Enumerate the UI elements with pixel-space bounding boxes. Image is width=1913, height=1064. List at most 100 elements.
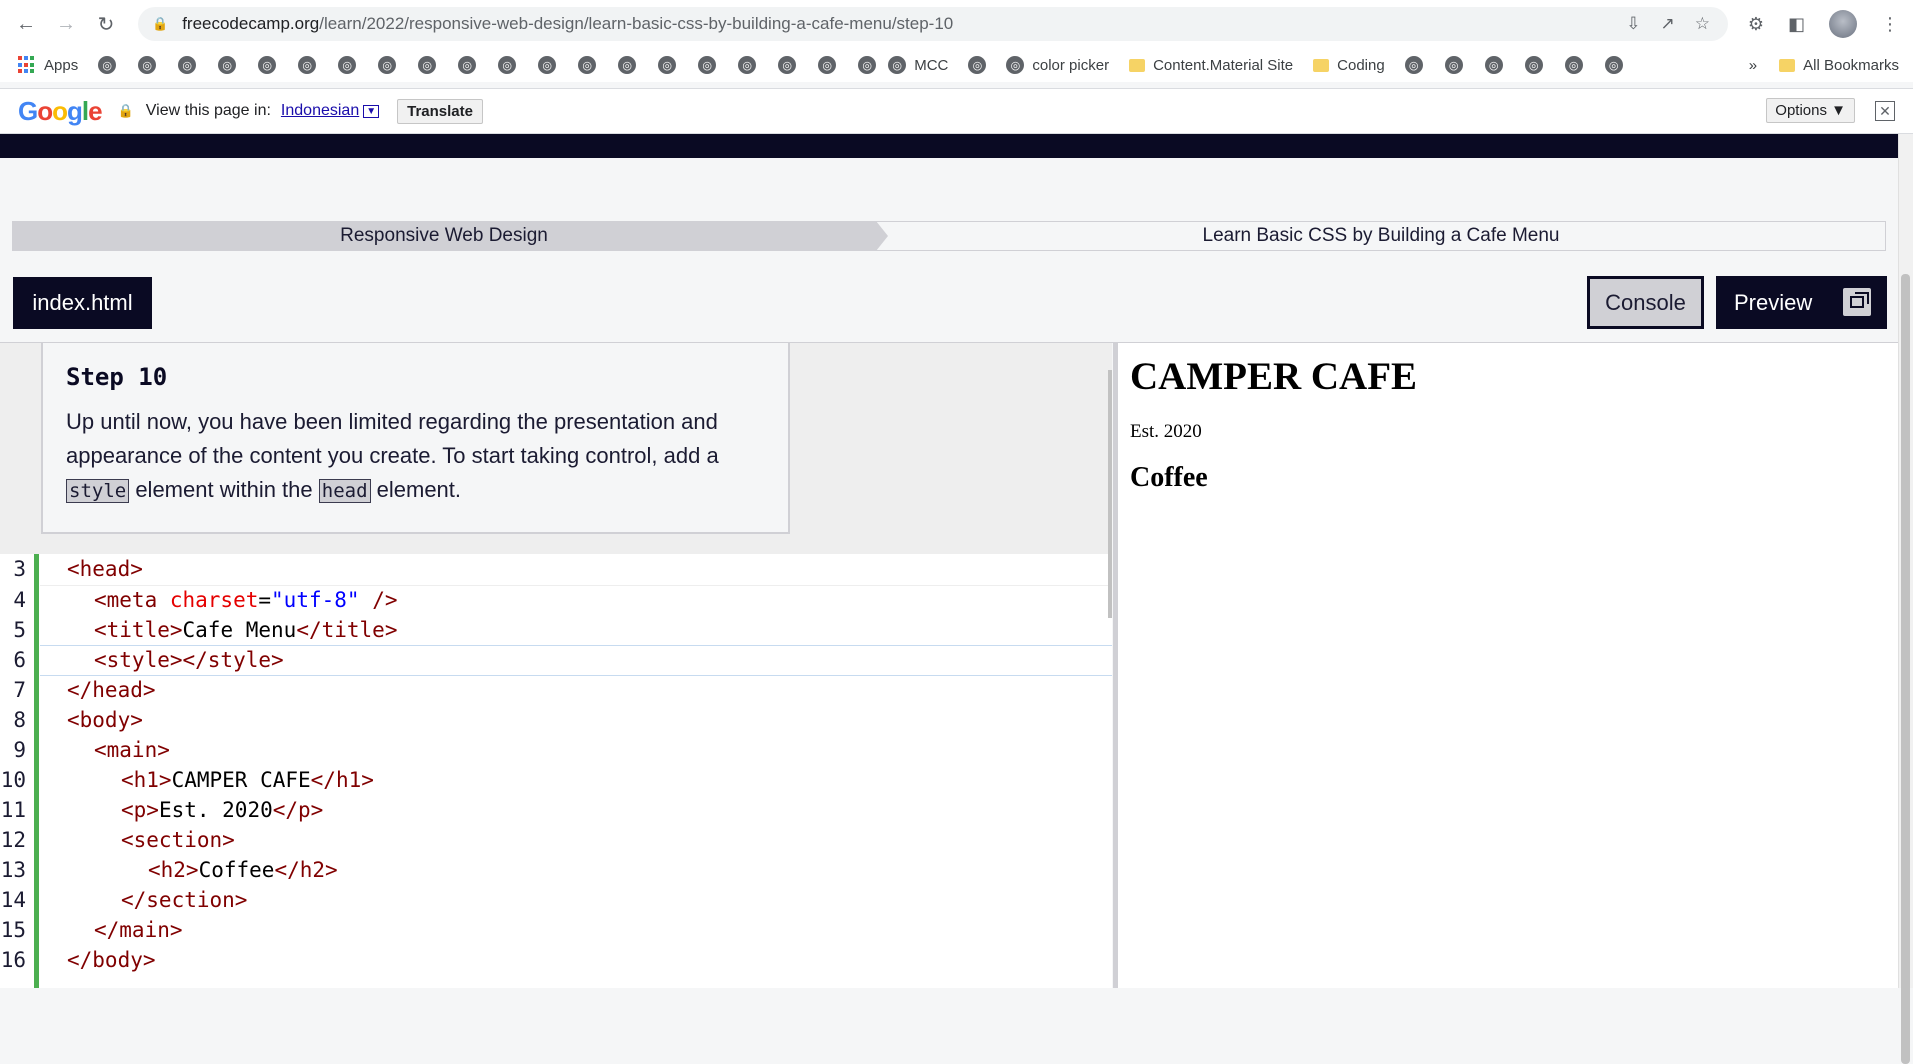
preview-label: Preview	[1734, 289, 1813, 315]
globe-icon[interactable]: ◎	[498, 56, 517, 74]
code-line[interactable]: 10 <h1>CAMPER CAFE</h1>	[0, 765, 1112, 795]
code-line[interactable]: 15 </main>	[0, 915, 1112, 945]
bookmark-globe-group-2: ◎ ◎ ◎ ◎ ◎ ◎	[1404, 56, 1623, 74]
code-line[interactable]: 16 </body>	[0, 945, 1112, 975]
code-line[interactable]: 12 <section>	[0, 825, 1112, 855]
url-text[interactable]: freecodecamp.org/learn/2022/responsive-w…	[182, 14, 953, 34]
install-app-icon[interactable]: ⇩	[1626, 14, 1640, 34]
line-number: 7	[13, 678, 26, 702]
reload-icon[interactable]: ↻	[92, 10, 120, 38]
globe-icon[interactable]: ◎	[258, 56, 277, 74]
globe-icon[interactable]: ◎	[1564, 56, 1583, 74]
all-bookmarks-button[interactable]: All Bookmarks	[1779, 57, 1899, 74]
globe-icon[interactable]: ◎	[98, 56, 117, 74]
bookmarks-bar: Apps ◎ ◎ ◎ ◎ ◎ ◎ ◎ ◎ ◎ ◎ ◎ ◎ ◎ ◎ ◎ ◎ ◎ ◎…	[0, 48, 1913, 82]
globe-icon[interactable]: ◎	[458, 56, 477, 74]
code-line[interactable]: 4 <meta charset="utf-8" />	[0, 585, 1112, 615]
globe-icon[interactable]: ◎	[218, 56, 237, 74]
bookmark-color-picker[interactable]: ◎ color picker	[1006, 56, 1109, 74]
code-editor[interactable]: 3 <head> 4 <meta charset="utf-8" /> 5 <t…	[0, 554, 1112, 988]
globe-icon[interactable]: ◎	[658, 56, 677, 74]
site-lock-icon[interactable]: 🔒	[152, 16, 168, 32]
globe-icon: ◎	[968, 56, 987, 74]
step-description: Up until now, you have been limited rega…	[66, 409, 719, 503]
line-number: 10	[0, 768, 26, 792]
code-line[interactable]: 8 <body>	[0, 705, 1112, 735]
globe-icon[interactable]: ◎	[298, 56, 317, 74]
code-line-active[interactable]: 6 <style></style>	[0, 645, 1112, 675]
globe-icon[interactable]: ◎	[578, 56, 597, 74]
language-select[interactable]: Indonesian	[281, 102, 359, 120]
bookmark-apps[interactable]: Apps	[18, 56, 78, 74]
editor-scrollbar[interactable]	[1108, 370, 1112, 618]
dropdown-arrow-icon[interactable]: ▼	[363, 104, 380, 118]
bookmark-star-icon[interactable]: ☆	[1695, 14, 1710, 34]
code-line[interactable]: 11 <p>Est. 2020</p>	[0, 795, 1112, 825]
globe-icon[interactable]: ◎	[618, 56, 637, 74]
globe-icon[interactable]: ◎	[1484, 56, 1503, 74]
bookmark-content-material[interactable]: Content.Material Site	[1129, 57, 1293, 74]
globe-icon[interactable]: ◎	[858, 56, 877, 74]
globe-icon[interactable]: ◎	[818, 56, 837, 74]
chrome-menu-icon[interactable]: ⋮	[1881, 14, 1899, 35]
translate-button[interactable]: Translate	[397, 98, 483, 124]
address-bar[interactable]: 🔒 freecodecamp.org/learn/2022/responsive…	[138, 7, 1728, 41]
back-icon[interactable]: ←	[12, 10, 40, 38]
step-instructions: Step 10 Up until now, you have been limi…	[41, 343, 790, 534]
code-line[interactable]: 13 <h2>Coffee</h2>	[0, 855, 1112, 885]
code-style: style	[66, 479, 130, 503]
bookmark-mcc[interactable]: ◎ MCC	[888, 56, 948, 74]
bookmarks-overflow-button[interactable]: »	[1749, 57, 1757, 74]
tab-index-html[interactable]: index.html	[13, 277, 152, 329]
globe-icon[interactable]: ◎	[538, 56, 557, 74]
forward-icon[interactable]: →	[52, 10, 80, 38]
bookmark-coding[interactable]: Coding	[1313, 57, 1385, 74]
globe-icon[interactable]: ◎	[178, 56, 197, 74]
preview-subheading: Coffee	[1130, 462, 1208, 493]
breadcrumb: Responsive Web Design Learn Basic CSS by…	[12, 221, 1886, 251]
code-line[interactable]: 5 <title>Cafe Menu</title>	[0, 615, 1112, 645]
globe-icon[interactable]: ◎	[1404, 56, 1423, 74]
breadcrumb-block[interactable]: Learn Basic CSS by Building a Cafe Menu	[876, 221, 1886, 251]
console-button[interactable]: Console	[1587, 276, 1704, 329]
close-icon[interactable]: ✕	[1875, 101, 1895, 121]
google-logo: Google	[18, 95, 103, 126]
globe-icon[interactable]: ◎	[378, 56, 397, 74]
code-line[interactable]: 3 <head>	[0, 554, 1112, 584]
lock-icon: 🔒	[117, 103, 134, 118]
breadcrumb-superblock[interactable]: Responsive Web Design	[12, 221, 888, 251]
bookmark-globe-group: ◎ ◎ ◎ ◎ ◎ ◎ ◎ ◎ ◎ ◎ ◎ ◎ ◎ ◎ ◎ ◎ ◎ ◎ ◎ ◎	[98, 56, 877, 74]
preview-button[interactable]: Preview	[1716, 276, 1887, 329]
globe-icon[interactable]: ◎	[418, 56, 437, 74]
preview-heading: CAMPER CAFE	[1130, 355, 1418, 398]
globe-icon[interactable]: ◎	[1604, 56, 1623, 74]
translate-prompt: View this page in:	[145, 102, 271, 119]
globe-icon[interactable]: ◎	[698, 56, 717, 74]
popout-window-icon[interactable]	[1843, 288, 1871, 316]
line-number: 13	[0, 858, 26, 882]
page-scrollbar[interactable]	[1898, 134, 1913, 1064]
line-number: 8	[13, 708, 26, 732]
line-number: 16	[0, 948, 26, 972]
side-panel-icon[interactable]: ◧	[1788, 14, 1805, 35]
globe-icon[interactable]: ◎	[1524, 56, 1543, 74]
share-icon[interactable]: ↗	[1661, 14, 1675, 34]
code-line[interactable]: 9 <main>	[0, 735, 1112, 765]
bookmark-globe[interactable]: ◎	[968, 56, 987, 74]
translate-bar: Google 🔒 View this page in: Indonesian ▼…	[0, 88, 1913, 134]
globe-icon[interactable]: ◎	[338, 56, 357, 74]
profile-avatar[interactable]	[1829, 10, 1857, 38]
globe-icon: ◎	[888, 56, 907, 74]
globe-icon[interactable]: ◎	[138, 56, 157, 74]
globe-icon[interactable]: ◎	[778, 56, 797, 74]
code-line[interactable]: 7 </head>	[0, 675, 1112, 705]
code-line[interactable]: 14 </section>	[0, 885, 1112, 915]
globe-icon[interactable]: ◎	[1444, 56, 1463, 74]
extensions-icon[interactable]: ⚙	[1748, 14, 1764, 35]
scrollbar-thumb[interactable]	[1901, 274, 1910, 1064]
line-number: 6	[13, 648, 26, 672]
line-number: 15	[0, 918, 26, 942]
translate-options-button[interactable]: Options ▼	[1766, 98, 1855, 123]
globe-icon[interactable]: ◎	[738, 56, 757, 74]
apps-grid-icon	[18, 56, 36, 74]
